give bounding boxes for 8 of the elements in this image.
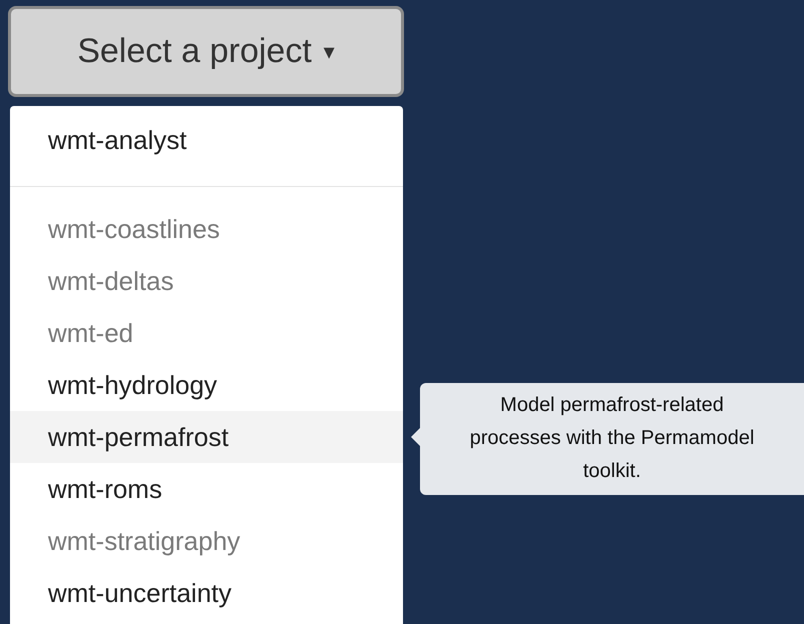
menu-item[interactable]: wmt-uncertainty [10, 567, 403, 619]
select-project-button[interactable]: Select a project ▾ [8, 6, 404, 97]
menu-item[interactable]: wmt-roms [10, 463, 403, 515]
tooltip: Model permafrost-related processes with the Permamodel toolkit. [420, 383, 804, 495]
menu-item[interactable]: wmt-permafrost [10, 411, 403, 463]
menu-item[interactable]: wmt-analyst [10, 114, 403, 166]
caret-icon: ▾ [324, 38, 335, 64]
menu-item[interactable]: wmt-hydrology [10, 359, 403, 411]
